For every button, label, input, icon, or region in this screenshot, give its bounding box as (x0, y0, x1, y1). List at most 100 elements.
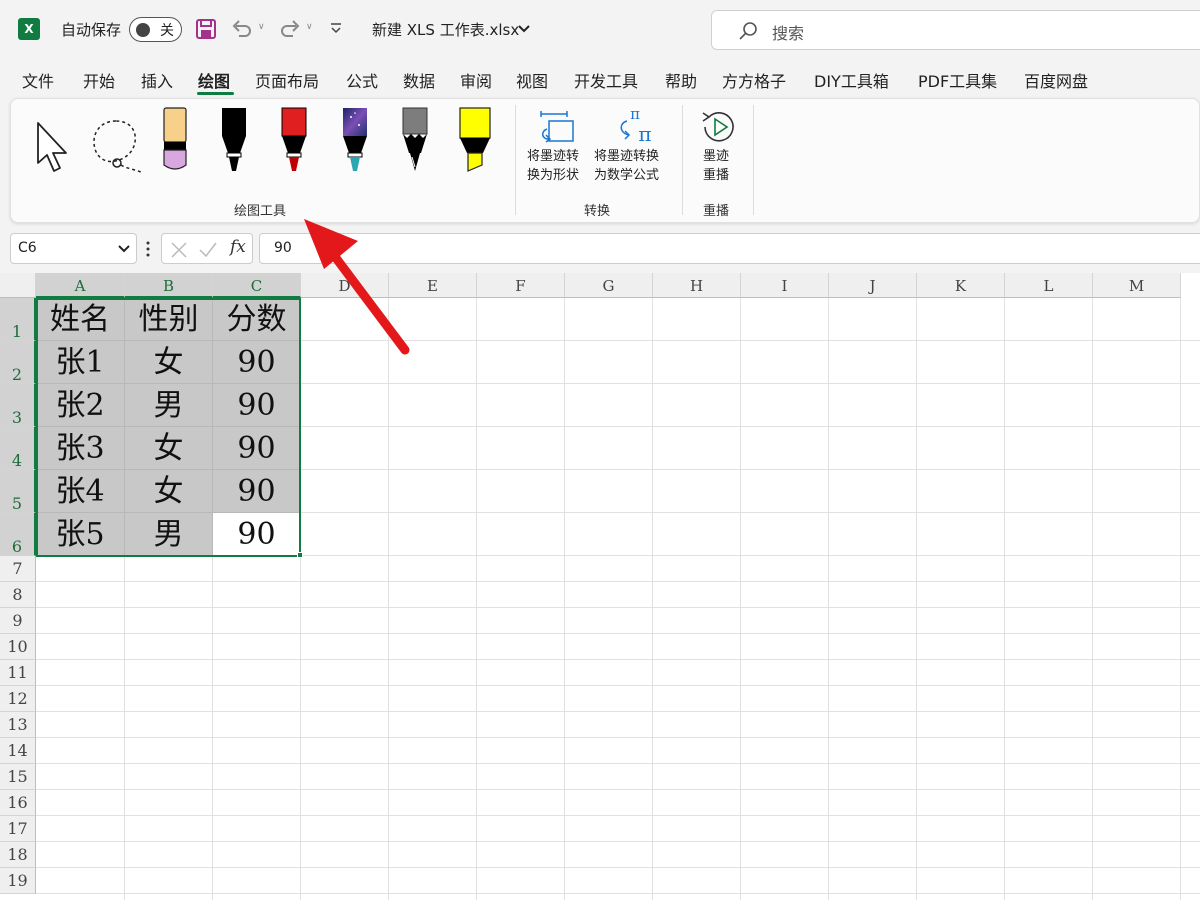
row-header-15[interactable]: 15 (0, 764, 36, 790)
autosave-toggle[interactable]: 关 (129, 17, 182, 42)
customize-qat-icon[interactable] (328, 20, 344, 36)
row-header-9[interactable]: 9 (0, 608, 36, 634)
row-header-8[interactable]: 8 (0, 582, 36, 608)
tab-file[interactable]: 文件 (22, 68, 54, 92)
table-cell[interactable]: 姓名 (36, 298, 125, 341)
table-cell[interactable]: 张4 (36, 470, 125, 513)
ink-replay-icon[interactable] (699, 107, 739, 147)
tab-diy-toolbox[interactable]: DIY工具箱 (814, 68, 889, 92)
pen-red-icon[interactable] (278, 107, 310, 175)
column-header-m[interactable]: M (1093, 273, 1181, 298)
column-header-f[interactable]: F (477, 273, 565, 298)
table-cell[interactable]: 女 (125, 341, 213, 384)
redo-icon[interactable] (278, 17, 302, 41)
column-header-j[interactable]: J (829, 273, 917, 298)
row-header-19[interactable]: 19 (0, 868, 36, 894)
pen-black-icon[interactable] (218, 107, 250, 175)
row-header-18[interactable]: 18 (0, 842, 36, 868)
row-header-4[interactable]: 4 (0, 427, 36, 470)
column-header-e[interactable]: E (389, 273, 477, 298)
table-cell[interactable]: 90 (213, 470, 301, 513)
column-header-l[interactable]: L (1005, 273, 1093, 298)
lasso-select-icon[interactable] (89, 117, 149, 177)
tab-draw[interactable]: 绘图 (198, 68, 230, 92)
table-cell[interactable]: 张5 (36, 513, 125, 556)
row-header-7[interactable]: 7 (0, 556, 36, 582)
select-all-corner[interactable] (0, 273, 36, 298)
column-header-b[interactable]: B (125, 273, 213, 298)
formula-input[interactable]: 90 (259, 233, 1200, 264)
tab-formulas[interactable]: 公式 (346, 68, 378, 92)
column-header-i[interactable]: I (741, 273, 829, 298)
ink-to-math-button[interactable]: 将墨迹转换 为数学公式 (594, 147, 659, 185)
enter-check-icon[interactable] (198, 241, 218, 259)
highlighter-yellow-icon[interactable] (457, 107, 493, 175)
active-cell[interactable]: 90 (213, 513, 301, 556)
column-header-c[interactable]: C (213, 273, 301, 298)
tab-insert[interactable]: 插入 (141, 68, 173, 92)
tab-page-layout[interactable]: 页面布局 (255, 68, 319, 92)
table-cell[interactable]: 女 (125, 470, 213, 513)
row-header-16[interactable]: 16 (0, 790, 36, 816)
table-cell[interactable]: 90 (213, 384, 301, 427)
ink-to-shape-icon[interactable] (537, 109, 577, 145)
search-box[interactable]: 搜索 (711, 10, 1200, 50)
ink-to-math-icon[interactable]: π π (613, 105, 657, 147)
row-header-12[interactable]: 12 (0, 686, 36, 712)
table-cell[interactable]: 张1 (36, 341, 125, 384)
tab-baidu-netdisk[interactable]: 百度网盘 (1024, 68, 1088, 92)
cancel-icon[interactable] (170, 241, 188, 259)
tab-view[interactable]: 视图 (516, 68, 548, 92)
spreadsheet-grid[interactable]: A B C D E F G H I J K L M 1 2 3 4 5 6 7 8 9 10 11 12 13 14 15 16 17 18… (0, 273, 1200, 900)
table-cell[interactable]: 女 (125, 427, 213, 470)
redo-dropdown-icon[interactable]: ∨ (306, 22, 313, 32)
tab-data[interactable]: 数据 (403, 68, 435, 92)
select-pointer-icon[interactable] (33, 119, 73, 175)
column-header-h[interactable]: H (653, 273, 741, 298)
tab-pdf-tools[interactable]: PDF工具集 (918, 68, 997, 92)
table-cell[interactable]: 90 (213, 427, 301, 470)
table-cell[interactable]: 90 (213, 341, 301, 384)
row-header-1[interactable]: 1 (0, 298, 36, 341)
column-header-k[interactable]: K (917, 273, 1005, 298)
more-options-icon[interactable] (145, 240, 151, 258)
row-header-11[interactable]: 11 (0, 660, 36, 686)
table-cell[interactable]: 张3 (36, 427, 125, 470)
undo-icon[interactable] (230, 17, 254, 41)
pen-beige-icon[interactable] (159, 107, 191, 175)
title-bar: X 自动保存 关 ∨ ∨ 新建 XLS 工作表.xlsx 搜索 (0, 0, 1200, 60)
tab-review[interactable]: 审阅 (460, 68, 492, 92)
row-header-2[interactable]: 2 (0, 341, 36, 384)
column-header-g[interactable]: G (565, 273, 653, 298)
undo-dropdown-icon[interactable]: ∨ (258, 22, 265, 32)
row-header-10[interactable]: 10 (0, 634, 36, 660)
fill-handle[interactable] (297, 552, 303, 558)
row-header-3[interactable]: 3 (0, 384, 36, 427)
row-header-17[interactable]: 17 (0, 816, 36, 842)
file-name[interactable]: 新建 XLS 工作表.xlsx (372, 19, 519, 40)
row-header-13[interactable]: 13 (0, 712, 36, 738)
name-box[interactable]: C6 (10, 233, 137, 264)
table-cell[interactable]: 男 (125, 513, 213, 556)
row-header-14[interactable]: 14 (0, 738, 36, 764)
table-cell[interactable]: 男 (125, 384, 213, 427)
column-header-d[interactable]: D (301, 273, 389, 298)
ink-to-shape-button[interactable]: 将墨迹转 换为形状 (527, 147, 579, 185)
row-header-5[interactable]: 5 (0, 470, 36, 513)
tab-fangfang[interactable]: 方方格子 (722, 68, 786, 92)
pen-galaxy-icon[interactable] (339, 107, 371, 175)
row-header-6[interactable]: 6 (0, 513, 36, 556)
table-cell[interactable]: 张2 (36, 384, 125, 427)
tab-developer[interactable]: 开发工具 (574, 68, 638, 92)
chevron-down-icon[interactable] (518, 24, 530, 34)
save-icon[interactable] (195, 18, 217, 40)
ink-replay-button[interactable]: 墨迹 重播 (703, 147, 729, 185)
tab-help[interactable]: 帮助 (665, 68, 697, 92)
table-cell[interactable]: 分数 (213, 298, 301, 341)
insert-function-button[interactable]: fx (230, 237, 246, 257)
chevron-down-icon[interactable] (118, 245, 130, 253)
tab-home[interactable]: 开始 (83, 68, 115, 92)
pen-gray-icon[interactable] (399, 107, 431, 175)
table-cell[interactable]: 性别 (125, 298, 213, 341)
column-header-a[interactable]: A (36, 273, 125, 298)
